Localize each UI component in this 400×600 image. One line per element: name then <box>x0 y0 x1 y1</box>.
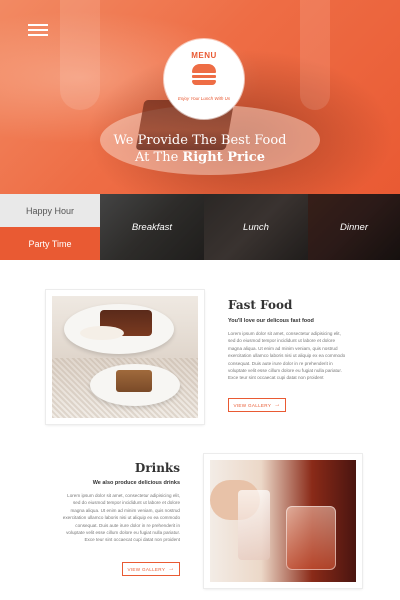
arrow-right-icon: → <box>168 566 175 572</box>
fast-food-subtitle: You'll love our delicous fast food <box>228 318 314 324</box>
drinks-photo <box>210 460 356 582</box>
category-bar: Happy Hour Party Time Breakfast Lunch Di… <box>0 194 400 260</box>
drinks-body: Lorem ipsum dolor sit amet, consectetur … <box>62 493 180 543</box>
logo-title: MENU <box>191 51 217 60</box>
drinks-image-card <box>204 454 362 588</box>
burger-icon <box>192 64 216 88</box>
hero-line-2-bold: Right Price <box>182 150 265 165</box>
category-dinner-label: Dinner <box>340 221 368 233</box>
hero-banner: MENU Enjoy Your Lunch With Us We Provide… <box>0 0 400 194</box>
glass-decoration <box>300 0 330 110</box>
fast-food-title: Fast Food <box>228 298 293 312</box>
fast-food-photo <box>52 296 198 418</box>
logo-tagline: Enjoy Your Lunch With Us <box>177 96 231 101</box>
category-dinner[interactable]: Dinner <box>308 194 400 260</box>
drinks-view-gallery-button[interactable]: VIEW GALLERY → <box>122 562 180 576</box>
category-party-time[interactable]: Party Time <box>0 227 100 260</box>
fast-food-image-card <box>46 290 204 424</box>
category-happy-hour[interactable]: Happy Hour <box>0 194 100 227</box>
hero-line-1: We Provide The Best Food <box>113 133 287 148</box>
hero-line-2: At The Right Price <box>0 149 400 166</box>
hamburger-menu-icon[interactable] <box>28 24 48 36</box>
category-breakfast[interactable]: Breakfast <box>100 194 204 260</box>
fast-food-body: Lorem ipsum dolor sit amet, consectetur … <box>228 331 346 381</box>
drinks-button-label: VIEW GALLERY <box>127 566 166 572</box>
fast-food-view-gallery-button[interactable]: VIEW GALLERY → <box>228 398 286 412</box>
brand-logo[interactable]: MENU Enjoy Your Lunch With Us <box>164 39 244 119</box>
category-breakfast-label: Breakfast <box>131 221 173 233</box>
drinks-title: Drinks <box>134 461 180 475</box>
category-lunch[interactable]: Lunch <box>204 194 308 260</box>
hero-headline: We Provide The Best Food At The Right Pr… <box>0 132 400 166</box>
drinks-subtitle: We also produce delicious drinks <box>92 480 180 486</box>
category-lunch-label: Lunch <box>243 221 269 233</box>
hero-line-2-prefix: At The <box>135 150 183 165</box>
arrow-right-icon: → <box>274 402 281 408</box>
glass-decoration <box>60 0 100 110</box>
fast-food-button-label: VIEW GALLERY <box>233 402 272 408</box>
